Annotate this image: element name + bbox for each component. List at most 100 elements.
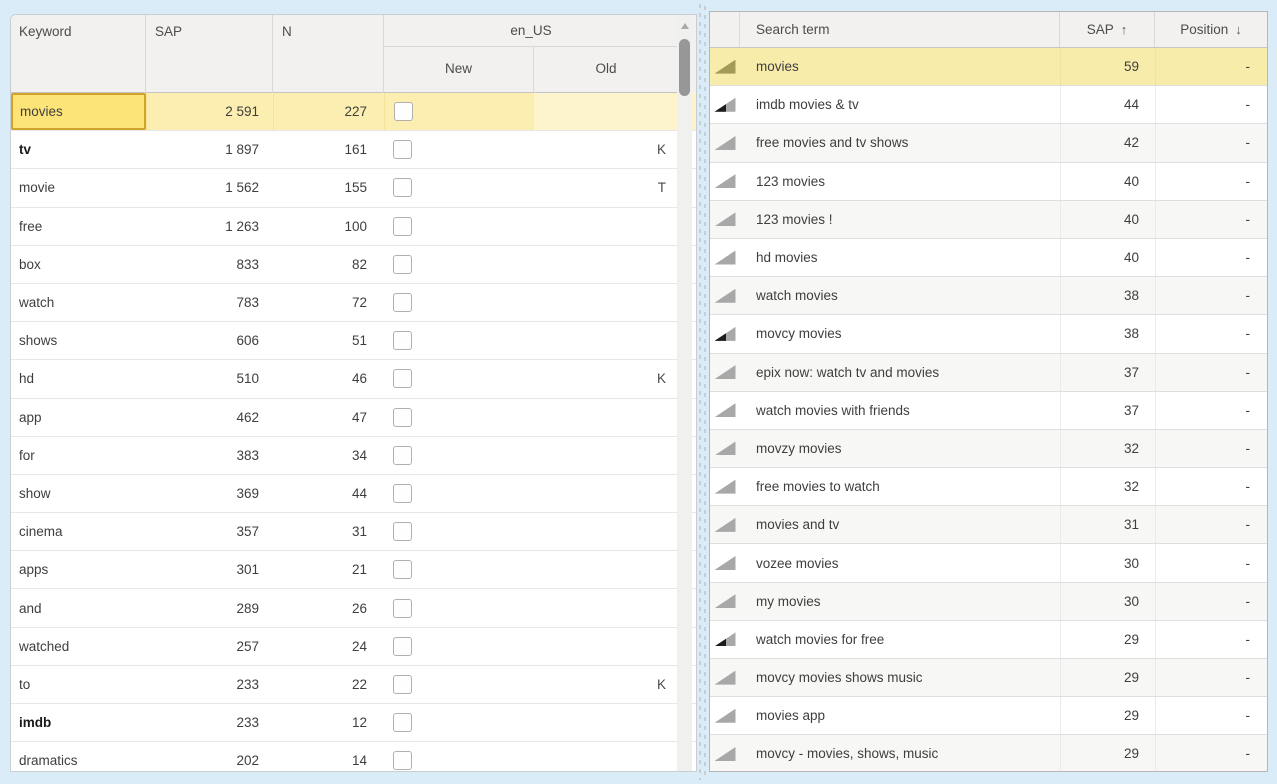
search-term-cell[interactable]: movcy movies shows music — [740, 659, 1060, 696]
keyword-cell[interactable]: hd — [11, 360, 146, 397]
table-row[interactable]: apps 301 21 — [11, 551, 696, 589]
search-term-cell[interactable]: my movies — [740, 583, 1060, 620]
table-row[interactable]: watch 783 72 — [11, 284, 696, 322]
table-row[interactable]: app 462 47 — [11, 399, 696, 437]
table-row[interactable]: watch movies with friends 37 - — [710, 392, 1267, 430]
keyword-cell[interactable]: tv — [11, 131, 146, 168]
keyword-cell[interactable]: show — [11, 475, 146, 512]
new-checkbox[interactable] — [394, 102, 413, 121]
new-checkbox[interactable] — [393, 369, 412, 388]
keyword-cell[interactable]: free — [11, 208, 146, 245]
table-row[interactable]: cinema 357 31 — [11, 513, 696, 551]
table-row[interactable]: imdb 233 12 — [11, 704, 696, 742]
new-checkbox[interactable] — [393, 140, 412, 159]
table-row[interactable]: 123 movies 40 - — [710, 163, 1267, 201]
search-term-cell[interactable]: epix now: watch tv and movies — [740, 354, 1060, 391]
table-row[interactable]: movcy movies 38 - — [710, 315, 1267, 353]
keyword-cell[interactable]: movies — [11, 93, 146, 130]
keyword-cell[interactable]: cinema — [11, 513, 146, 550]
table-row[interactable]: vozee movies 30 - — [710, 544, 1267, 582]
search-term-cell[interactable]: vozee movies — [740, 544, 1060, 581]
search-term-cell[interactable]: movies — [740, 48, 1060, 85]
new-checkbox[interactable] — [393, 484, 412, 503]
keyword-cell[interactable]: and — [11, 589, 146, 626]
table-row[interactable]: 123 movies ! 40 - — [710, 201, 1267, 239]
table-row[interactable]: dramatics 202 14 — [11, 742, 696, 772]
new-checkbox[interactable] — [393, 637, 412, 656]
table-row[interactable]: watch movies for free 29 - — [710, 621, 1267, 659]
keyword-cell[interactable]: app — [11, 399, 146, 436]
search-term-cell[interactable]: watch movies with friends — [740, 392, 1060, 429]
table-row[interactable]: movies 59 - — [710, 48, 1267, 86]
search-term-cell[interactable]: movies app — [740, 697, 1060, 734]
column-header-sap[interactable]: SAP — [146, 15, 273, 93]
keyword-cell[interactable]: imdb — [11, 704, 146, 741]
table-row[interactable]: to 233 22 K — [11, 666, 696, 704]
table-row[interactable]: shows 606 51 — [11, 322, 696, 360]
table-row[interactable]: watched 257 24 — [11, 628, 696, 666]
table-row[interactable]: free movies and tv shows 42 - — [710, 124, 1267, 162]
table-row[interactable]: watch movies 38 - — [710, 277, 1267, 315]
keyword-cell[interactable]: watch — [11, 284, 146, 321]
table-row[interactable]: free 1 263 100 — [11, 208, 696, 246]
table-row[interactable]: movies and tv 31 - — [710, 506, 1267, 544]
search-term-cell[interactable]: watch movies for free — [740, 621, 1060, 658]
table-row[interactable]: epix now: watch tv and movies 37 - — [710, 354, 1267, 392]
table-row[interactable]: movies app 29 - — [710, 697, 1267, 735]
table-row[interactable]: my movies 30 - — [710, 583, 1267, 621]
scrollbar-thumb[interactable] — [679, 39, 690, 96]
vertical-scrollbar[interactable] — [677, 15, 692, 771]
column-header-new[interactable]: New — [384, 47, 534, 93]
table-row[interactable]: free movies to watch 32 - — [710, 468, 1267, 506]
scroll-up-icon[interactable] — [681, 23, 689, 29]
keyword-cell[interactable]: dramatics — [11, 742, 146, 772]
table-row[interactable]: movcy - movies, shows, music 29 - — [710, 735, 1267, 772]
table-row[interactable]: hd movies 40 - — [710, 239, 1267, 277]
table-row[interactable]: imdb movies & tv 44 - — [710, 86, 1267, 124]
column-header-position-sortable[interactable]: Position ↓ — [1155, 12, 1267, 47]
search-term-cell[interactable]: movzy movies — [740, 430, 1060, 467]
search-term-cell[interactable]: movcy movies — [740, 315, 1060, 352]
search-term-cell[interactable]: 123 movies — [740, 163, 1060, 200]
keyword-cell[interactable]: box — [11, 246, 146, 283]
table-row[interactable]: show 369 44 — [11, 475, 696, 513]
new-checkbox[interactable] — [393, 446, 412, 465]
search-term-cell[interactable]: imdb movies & tv — [740, 86, 1060, 123]
new-checkbox[interactable] — [393, 522, 412, 541]
table-row[interactable]: movcy movies shows music 29 - — [710, 659, 1267, 697]
search-term-cell[interactable]: movcy - movies, shows, music — [740, 735, 1060, 772]
table-row[interactable]: box 833 82 — [11, 246, 696, 284]
search-term-cell[interactable]: watch movies — [740, 277, 1060, 314]
keyword-cell[interactable]: watched — [11, 628, 146, 665]
search-term-cell[interactable]: 123 movies ! — [740, 201, 1060, 238]
keyword-cell[interactable]: apps — [11, 551, 146, 588]
keyword-cell[interactable]: for — [11, 437, 146, 474]
new-checkbox[interactable] — [393, 178, 412, 197]
new-checkbox[interactable] — [393, 751, 412, 770]
search-term-cell[interactable]: free movies and tv shows — [740, 124, 1060, 161]
search-term-cell[interactable]: free movies to watch — [740, 468, 1060, 505]
new-checkbox[interactable] — [393, 713, 412, 732]
column-header-old[interactable]: Old — [534, 47, 678, 93]
new-checkbox[interactable] — [393, 255, 412, 274]
keyword-cell[interactable]: shows — [11, 322, 146, 359]
table-row[interactable]: movie 1 562 155 T — [11, 169, 696, 207]
panel-splitter-handle[interactable] — [699, 4, 707, 780]
table-row[interactable]: for 383 34 — [11, 437, 696, 475]
new-checkbox[interactable] — [393, 217, 412, 236]
column-header-search-term[interactable]: Search term — [740, 12, 1060, 47]
table-row[interactable]: hd 510 46 K — [11, 360, 696, 398]
search-term-cell[interactable]: movies and tv — [740, 506, 1060, 543]
column-header-keyword[interactable]: Keyword — [11, 15, 146, 93]
new-checkbox[interactable] — [393, 408, 412, 427]
new-checkbox[interactable] — [393, 331, 412, 350]
table-row[interactable]: tv 1 897 161 K — [11, 131, 696, 169]
column-header-n[interactable]: N — [273, 15, 384, 93]
search-term-cell[interactable]: hd movies — [740, 239, 1060, 276]
table-row[interactable]: and 289 26 — [11, 589, 696, 627]
table-row[interactable]: movzy movies 32 - — [710, 430, 1267, 468]
new-checkbox[interactable] — [393, 675, 412, 694]
new-checkbox[interactable] — [393, 293, 412, 312]
column-header-sap-sortable[interactable]: SAP ↑ — [1060, 12, 1155, 47]
new-checkbox[interactable] — [393, 560, 412, 579]
